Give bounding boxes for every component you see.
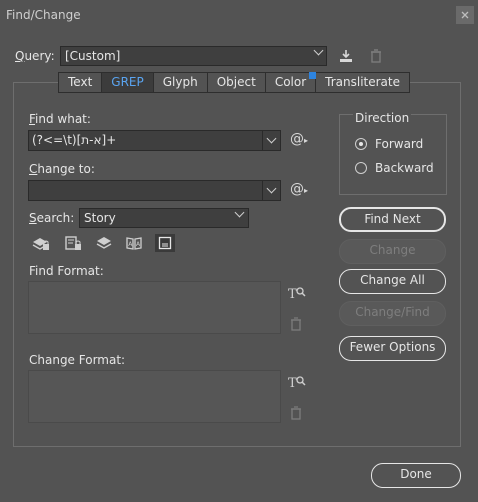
svg-text:A: A — [136, 241, 141, 248]
at-sign-icon: @ — [290, 181, 304, 197]
master-pages-icon: A A — [126, 237, 142, 250]
clear-change-format-button[interactable] — [289, 405, 303, 421]
trash-icon — [291, 406, 301, 420]
fewer-options-button[interactable]: Fewer Options — [339, 336, 446, 361]
change-find-button[interactable]: Change/Find — [339, 301, 446, 326]
chevron-down-icon — [234, 207, 245, 218]
include-locked-stories-button[interactable] — [63, 234, 83, 252]
find-what-label: Find what: — [29, 112, 91, 126]
direction-backward-option[interactable]: Backward — [355, 161, 434, 175]
search-value: Story — [84, 211, 116, 225]
chevron-down-icon — [266, 133, 277, 144]
include-locked-layers-button[interactable] — [31, 234, 51, 252]
include-master-pages-button[interactable]: A A — [124, 234, 144, 252]
special-characters-change-button[interactable]: @▸ — [290, 181, 310, 201]
change-format-label: Change Format: — [29, 353, 126, 367]
find-next-button[interactable]: Find Next — [339, 207, 446, 232]
done-button[interactable]: Done — [371, 463, 461, 488]
backward-radio[interactable] — [355, 162, 367, 174]
find-what-input[interactable]: (?<=\t)[א-ת]+ — [29, 131, 261, 150]
query-value: [Custom] — [65, 49, 121, 63]
change-to-combo — [28, 180, 281, 201]
clear-find-format-button[interactable] — [289, 316, 303, 332]
change-all-button[interactable]: Change All — [339, 269, 446, 294]
notification-dot — [309, 72, 317, 79]
tab-bar: Text GREP Glyph Object Color Translitera… — [58, 72, 410, 93]
text-format-search-icon: T — [288, 376, 306, 391]
locked-stories-icon — [65, 236, 81, 250]
trash-icon — [371, 49, 381, 63]
find-what-dropdown-button[interactable] — [262, 131, 280, 150]
tab-color[interactable]: Color — [266, 72, 317, 92]
forward-radio[interactable] — [355, 138, 367, 150]
at-sign-icon: @ — [290, 131, 304, 147]
chevron-down-icon — [266, 183, 277, 194]
direction-forward-option[interactable]: Forward — [355, 137, 423, 151]
include-footnotes-button[interactable] — [155, 234, 175, 252]
change-to-dropdown-button[interactable] — [262, 181, 280, 200]
search-label: Search: — [29, 211, 75, 225]
include-hidden-layers-button[interactable] — [94, 234, 114, 252]
footnotes-icon — [158, 236, 172, 250]
svg-text:T: T — [288, 376, 297, 389]
delete-query-button[interactable] — [367, 47, 385, 65]
tab-object[interactable]: Object — [208, 73, 266, 92]
locked-layers-icon — [32, 238, 49, 250]
direction-group — [339, 114, 447, 195]
search-dropdown[interactable]: Story — [79, 207, 249, 228]
query-label: Query: — [15, 49, 55, 63]
close-button[interactable] — [456, 6, 474, 24]
svg-text:T: T — [288, 287, 297, 300]
chevron-down-icon — [313, 45, 324, 56]
backward-label: Backward — [375, 161, 434, 175]
tab-color-label: Color — [274, 75, 307, 89]
find-what-combo: (?<=\t)[א-ת]+ — [28, 130, 281, 151]
change-to-label: Change to: — [29, 162, 95, 176]
text-format-search-icon: T — [288, 287, 306, 302]
find-format-label: Find Format: — [29, 264, 104, 278]
tab-text[interactable]: Text — [59, 73, 103, 92]
trash-icon — [291, 317, 301, 331]
change-to-input[interactable] — [29, 181, 261, 200]
window-title: Find/Change — [6, 8, 81, 22]
tab-glyph[interactable]: Glyph — [154, 73, 208, 92]
layers-icon — [96, 237, 112, 249]
close-icon — [461, 11, 469, 19]
tab-transliterate[interactable]: Transliterate — [316, 73, 409, 92]
specify-find-format-button[interactable]: T — [288, 284, 306, 302]
change-button[interactable]: Change — [339, 239, 446, 264]
direction-label: Direction — [353, 111, 412, 125]
change-format-box[interactable] — [28, 370, 281, 423]
save-query-button[interactable] — [337, 47, 355, 65]
tab-grep[interactable]: GREP — [102, 73, 154, 92]
special-characters-find-button[interactable]: @▸ — [290, 131, 310, 151]
specify-change-format-button[interactable]: T — [288, 373, 306, 391]
find-format-box[interactable] — [28, 281, 281, 334]
query-dropdown[interactable]: [Custom] — [60, 45, 327, 66]
forward-label: Forward — [375, 137, 424, 151]
save-query-icon — [340, 50, 352, 62]
